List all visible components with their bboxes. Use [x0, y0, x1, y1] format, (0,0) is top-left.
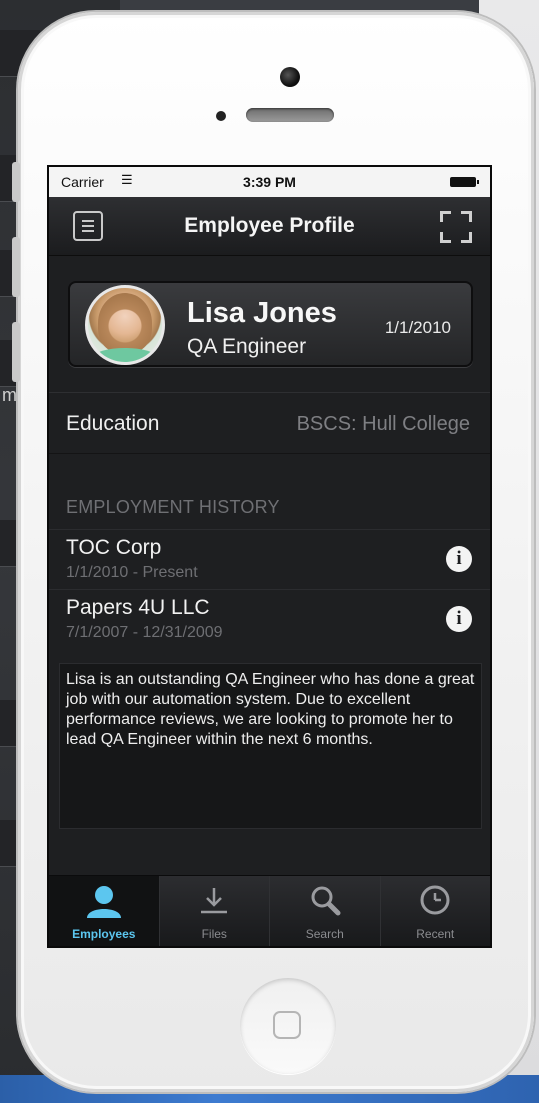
clock-icon [420, 885, 450, 915]
expand-icon[interactable] [440, 211, 472, 243]
avatar-hair [98, 293, 152, 353]
home-square-icon [273, 1011, 301, 1039]
navigation-bar: Employee Profile [49, 197, 490, 256]
history-item[interactable]: TOC Corp 1/1/2010 - Present i [49, 529, 490, 588]
info-icon[interactable]: i [446, 606, 472, 632]
employee-role: QA Engineer [187, 335, 307, 358]
tab-label: Employees [72, 927, 136, 941]
earpiece-speaker [246, 108, 334, 122]
history-dates: 1/1/2010 - Present [66, 564, 198, 581]
tab-search[interactable]: Search [269, 876, 380, 946]
front-camera [280, 67, 300, 87]
battery-icon [450, 177, 479, 187]
status-bar: Carrier ☰ 3:39 PM [49, 167, 490, 197]
tab-label: Recent [416, 927, 455, 941]
history-item[interactable]: Papers 4U LLC 7/1/2007 - 12/31/2009 i [49, 589, 490, 648]
employee-name: Lisa Jones [187, 297, 337, 329]
page-title: Employee Profile [184, 214, 355, 237]
volume-down-button [12, 322, 20, 382]
education-label: Education [66, 412, 160, 435]
employment-history-header: EMPLOYMENT HISTORY [66, 497, 280, 517]
employee-start-date: 1/1/2010 [384, 318, 451, 337]
history-dates: 7/1/2007 - 12/31/2009 [66, 624, 223, 641]
avatar-shirt [94, 348, 156, 362]
home-button[interactable] [240, 978, 336, 1074]
phone-screen: Carrier ☰ 3:39 PM Employee Profile Lisa … [47, 165, 492, 948]
education-value: BSCS: Hull College [296, 413, 470, 435]
tab-employees[interactable]: Employees [49, 876, 159, 946]
tab-label: Search [305, 927, 344, 941]
history-company: TOC Corp [66, 536, 162, 559]
profile-card: Lisa Jones QA Engineer 1/1/2010 [68, 281, 473, 367]
avatar [85, 285, 165, 365]
history-company: Papers 4U LLC [66, 596, 210, 619]
person-icon [86, 886, 121, 918]
tab-label: Files [201, 927, 227, 941]
background-text-fragment: m [2, 385, 17, 405]
search-icon [311, 886, 341, 916]
proximity-sensor [216, 111, 226, 121]
mute-switch [12, 162, 20, 202]
notes-textarea[interactable]: Lisa is an outstanding QA Engineer who h… [59, 663, 482, 829]
tab-bar: Employees Files Search Recent [49, 875, 490, 946]
status-time: 3:39 PM [243, 174, 296, 190]
download-icon [201, 888, 228, 914]
volume-up-button [12, 237, 20, 297]
education-row: Education BSCS: Hull College [49, 392, 490, 454]
tab-recent[interactable]: Recent [379, 876, 491, 946]
info-icon[interactable]: i [446, 546, 472, 572]
tab-files[interactable]: Files [158, 876, 270, 946]
